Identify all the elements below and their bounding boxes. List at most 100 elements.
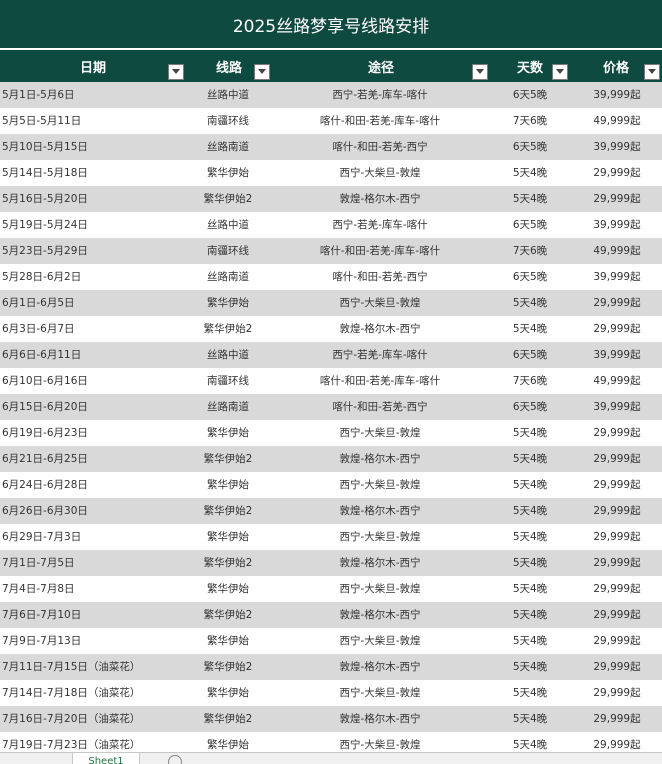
route-cell[interactable]: 喀什-和田-若羌-西宁 [290,394,470,420]
route-cell[interactable]: 西宁-大柴旦-敦煌 [290,290,470,316]
days-cell[interactable]: 5天4晚 [496,420,564,446]
days-cell[interactable]: 5天4晚 [496,472,564,498]
date-cell[interactable]: 6月24日-6月28日 [2,472,194,498]
table-row[interactable]: 5月5日-5月11日 南疆环线 喀什-和田-若羌-库车-喀什 7天6晚 49,999起 [0,108,662,134]
days-cell[interactable]: 7天6晚 [496,238,564,264]
line-cell[interactable]: 繁华伊始2 [168,706,288,732]
date-cell[interactable]: 6月26日-6月30日 [2,498,194,524]
table-row[interactable]: 6月19日-6月23日 繁华伊始 西宁-大柴旦-敦煌 5天4晚 29,999起 [0,420,662,446]
line-cell[interactable]: 繁华伊始2 [168,186,288,212]
price-cell[interactable]: 29,999起 [578,524,656,550]
table-row[interactable]: 6月1日-6月5日 繁华伊始 西宁-大柴旦-敦煌 5天4晚 29,999起 [0,290,662,316]
line-cell[interactable]: 繁华伊始 [168,472,288,498]
days-cell[interactable]: 6天5晚 [496,394,564,420]
price-cell[interactable]: 29,999起 [578,186,656,212]
line-cell[interactable]: 繁华伊始2 [168,550,288,576]
days-cell[interactable]: 6天5晚 [496,342,564,368]
table-row[interactable]: 5月23日-5月29日 南疆环线 喀什-和田-若羌-库车-喀什 7天6晚 49,999起 [0,238,662,264]
route-cell[interactable]: 喀什-和田-若羌-库车-喀什 [290,108,470,134]
days-cell[interactable]: 5天4晚 [496,628,564,654]
table-row[interactable]: 6月24日-6月28日 繁华伊始 西宁-大柴旦-敦煌 5天4晚 29,999起 [0,472,662,498]
price-cell[interactable]: 49,999起 [578,108,656,134]
table-row[interactable]: 6月10日-6月16日 南疆环线 喀什-和田-若羌-库车-喀什 7天6晚 49,999起 [0,368,662,394]
table-row[interactable]: 5月1日-5月6日 丝路中道 西宁-若羌-库车-喀什 6天5晚 39,999起 [0,82,662,108]
route-cell[interactable]: 西宁-若羌-库车-喀什 [290,342,470,368]
date-cell[interactable]: 6月6日-6月11日 [2,342,194,368]
date-cell[interactable]: 5月23日-5月29日 [2,238,194,264]
line-cell[interactable]: 丝路中道 [168,342,288,368]
line-cell[interactable]: 繁华伊始 [168,290,288,316]
route-cell[interactable]: 西宁-若羌-库车-喀什 [290,212,470,238]
price-cell[interactable]: 29,999起 [578,316,656,342]
route-cell[interactable]: 敦煌-格尔木-西宁 [290,602,470,628]
date-cell[interactable]: 5月28日-6月2日 [2,264,194,290]
date-cell[interactable]: 5月5日-5月11日 [2,108,194,134]
table-row[interactable]: 7月1日-7月5日 繁华伊始2 敦煌-格尔木-西宁 5天4晚 29,999起 [0,550,662,576]
days-cell[interactable]: 6天5晚 [496,82,564,108]
price-cell[interactable]: 39,999起 [578,82,656,108]
route-cell[interactable]: 敦煌-格尔木-西宁 [290,446,470,472]
days-cell[interactable]: 5天4晚 [496,498,564,524]
price-cell[interactable]: 29,999起 [578,420,656,446]
column-header-date[interactable]: 日期 [0,50,186,82]
filter-dropdown-button[interactable] [472,64,488,80]
line-cell[interactable]: 繁华伊始2 [168,602,288,628]
route-cell[interactable]: 喀什-和田-若羌-库车-喀什 [290,238,470,264]
days-cell[interactable]: 5天4晚 [496,550,564,576]
date-cell[interactable]: 5月19日-5月24日 [2,212,194,238]
table-row[interactable]: 6月3日-6月7日 繁华伊始2 敦煌-格尔木-西宁 5天4晚 29,999起 [0,316,662,342]
route-cell[interactable]: 敦煌-格尔木-西宁 [290,706,470,732]
price-cell[interactable]: 29,999起 [578,706,656,732]
route-cell[interactable]: 喀什-和田-若羌-西宁 [290,134,470,160]
line-cell[interactable]: 繁华伊始 [168,628,288,654]
price-cell[interactable]: 29,999起 [578,680,656,706]
date-cell[interactable]: 6月15日-6月20日 [2,394,194,420]
table-row[interactable]: 7月14日-7月18日（油菜花） 繁华伊始 西宁-大柴旦-敦煌 5天4晚 29,999起 [0,680,662,706]
date-cell[interactable]: 6月10日-6月16日 [2,368,194,394]
price-cell[interactable]: 49,999起 [578,238,656,264]
line-cell[interactable]: 繁华伊始2 [168,446,288,472]
line-cell[interactable]: 繁华伊始2 [168,654,288,680]
table-row[interactable]: 6月15日-6月20日 丝路南道 喀什-和田-若羌-西宁 6天5晚 39,999起 [0,394,662,420]
route-cell[interactable]: 西宁-大柴旦-敦煌 [290,420,470,446]
date-cell[interactable]: 5月16日-5月20日 [2,186,194,212]
line-cell[interactable]: 繁华伊始2 [168,316,288,342]
table-row[interactable]: 6月6日-6月11日 丝路中道 西宁-若羌-库车-喀什 6天5晚 39,999起 [0,342,662,368]
days-cell[interactable]: 5天4晚 [496,446,564,472]
route-cell[interactable]: 敦煌-格尔木-西宁 [290,186,470,212]
date-cell[interactable]: 7月9日-7月13日 [2,628,194,654]
price-cell[interactable]: 29,999起 [578,550,656,576]
route-cell[interactable]: 喀什-和田-若羌-西宁 [290,264,470,290]
date-cell[interactable]: 6月1日-6月5日 [2,290,194,316]
price-cell[interactable]: 39,999起 [578,212,656,238]
line-cell[interactable]: 丝路南道 [168,394,288,420]
line-cell[interactable]: 南疆环线 [168,368,288,394]
date-cell[interactable]: 5月14日-5月18日 [2,160,194,186]
days-cell[interactable]: 6天5晚 [496,212,564,238]
days-cell[interactable]: 5天4晚 [496,524,564,550]
sheet-tab[interactable]: Sheet1 [72,753,140,764]
route-cell[interactable]: 西宁-大柴旦-敦煌 [290,680,470,706]
date-cell[interactable]: 7月6日-7月10日 [2,602,194,628]
price-cell[interactable]: 49,999起 [578,368,656,394]
line-cell[interactable]: 繁华伊始 [168,160,288,186]
price-cell[interactable]: 29,999起 [578,654,656,680]
table-row[interactable]: 6月26日-6月30日 繁华伊始2 敦煌-格尔木-西宁 5天4晚 29,999起 [0,498,662,524]
table-row[interactable]: 7月4日-7月8日 繁华伊始 西宁-大柴旦-敦煌 5天4晚 29,999起 [0,576,662,602]
days-cell[interactable]: 5天4晚 [496,706,564,732]
table-row[interactable]: 7月16日-7月20日（油菜花） 繁华伊始2 敦煌-格尔木-西宁 5天4晚 29,999… [0,706,662,732]
days-cell[interactable]: 5天4晚 [496,290,564,316]
days-cell[interactable]: 5天4晚 [496,602,564,628]
route-cell[interactable]: 西宁-大柴旦-敦煌 [290,472,470,498]
column-header-line[interactable]: 线路 [186,50,272,82]
days-cell[interactable]: 5天4晚 [496,654,564,680]
days-cell[interactable]: 5天4晚 [496,316,564,342]
table-row[interactable]: 6月21日-6月25日 繁华伊始2 敦煌-格尔木-西宁 5天4晚 29,999起 [0,446,662,472]
line-cell[interactable]: 丝路中道 [168,82,288,108]
days-cell[interactable]: 5天4晚 [496,186,564,212]
line-cell[interactable]: 南疆环线 [168,238,288,264]
filter-dropdown-button[interactable] [254,64,270,80]
price-cell[interactable]: 29,999起 [578,290,656,316]
line-cell[interactable]: 丝路中道 [168,212,288,238]
table-row[interactable]: 7月9日-7月13日 繁华伊始 西宁-大柴旦-敦煌 5天4晚 29,999起 [0,628,662,654]
